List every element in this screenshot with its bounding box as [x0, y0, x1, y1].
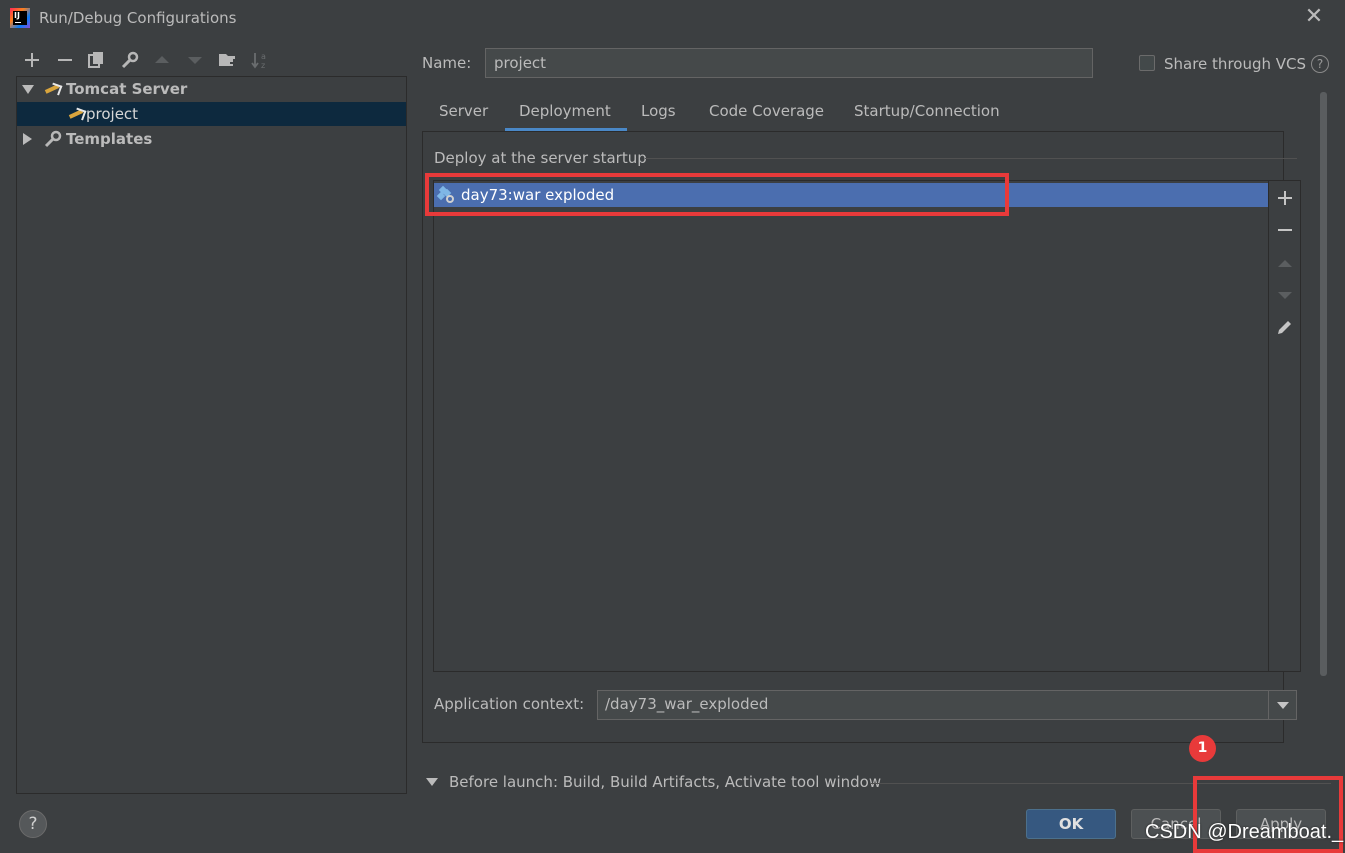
tab-logs[interactable]: Logs	[641, 100, 676, 130]
configuration-tree: Tomcat Server project Templates	[16, 76, 407, 794]
context-label: Application context:	[434, 695, 585, 713]
section-divider	[645, 158, 1297, 159]
folder-add-icon[interactable]	[218, 50, 238, 70]
name-input[interactable]: project	[485, 48, 1093, 78]
highlight-box-artifact	[425, 173, 1009, 216]
tab-startup-connection[interactable]: Startup/Connection	[854, 100, 1000, 130]
svg-text:a: a	[261, 52, 266, 61]
arrow-down-icon[interactable]	[185, 50, 205, 70]
tree-item-label: Templates	[66, 130, 153, 148]
tree-item-tomcat-server[interactable]: Tomcat Server	[17, 77, 406, 101]
before-launch-label[interactable]: Before launch: Build, Build Artifacts, A…	[449, 773, 881, 791]
deploy-section-title: Deploy at the server startup	[434, 149, 647, 167]
tree-item-label: project	[86, 105, 139, 123]
plus-icon[interactable]	[22, 50, 42, 70]
step-badge: 1	[1189, 735, 1216, 762]
context-value[interactable]: /day73_war_exploded	[605, 695, 768, 713]
tomcat-icon	[45, 83, 61, 95]
wrench-icon[interactable]	[120, 50, 140, 70]
chevron-down-icon[interactable]	[426, 778, 438, 786]
plus-icon[interactable]	[1275, 188, 1295, 208]
move-down-icon[interactable]	[1275, 285, 1295, 305]
tab-deployment[interactable]: Deployment	[505, 100, 627, 131]
list-divider	[1268, 181, 1269, 671]
tab-server[interactable]: Server	[439, 100, 488, 130]
close-icon[interactable]: ✕	[1303, 6, 1325, 28]
tree-item-label: Tomcat Server	[66, 80, 188, 98]
svg-text:z: z	[261, 61, 265, 70]
tab-code-coverage[interactable]: Code Coverage	[709, 100, 824, 130]
wrench-icon	[44, 130, 62, 155]
share-vcs-checkbox[interactable]	[1139, 55, 1155, 71]
help-icon[interactable]: ?	[1311, 55, 1329, 73]
help-button[interactable]: ?	[19, 810, 47, 838]
move-up-icon[interactable]	[1275, 253, 1295, 273]
tree-item-project[interactable]: project	[17, 102, 406, 126]
deployment-list[interactable]	[433, 180, 1301, 672]
chevron-down-icon[interactable]	[22, 85, 34, 94]
tomcat-icon	[69, 108, 85, 120]
ok-button[interactable]: OK	[1026, 809, 1116, 839]
name-label-text: Name:	[422, 54, 472, 72]
minus-icon[interactable]	[1275, 220, 1295, 240]
sort-icon[interactable]: az	[250, 50, 270, 70]
name-label: Name:	[422, 54, 471, 72]
chevron-right-icon[interactable]	[23, 133, 32, 145]
window-title: Run/Debug Configurations	[39, 9, 237, 27]
chevron-down-icon[interactable]	[1268, 691, 1296, 719]
share-vcs-label[interactable]: Share through VCS	[1164, 55, 1306, 73]
copy-icon[interactable]	[87, 50, 107, 70]
intellij-idea-icon: IJ	[10, 8, 30, 28]
watermark: CSDN @Dreamboat._	[1145, 821, 1344, 843]
minus-icon[interactable]	[55, 50, 75, 70]
edit-pencil-icon[interactable]	[1275, 317, 1295, 337]
scrollbar[interactable]	[1320, 92, 1327, 676]
arrow-up-icon[interactable]	[152, 50, 172, 70]
tree-item-templates[interactable]: Templates	[17, 127, 406, 151]
